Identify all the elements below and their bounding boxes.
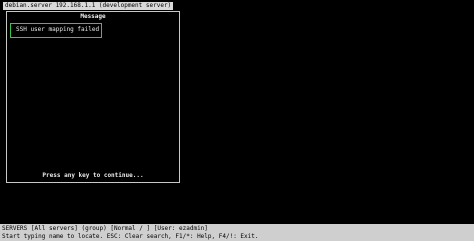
error-message: SSH user mapping failed — [10, 23, 102, 38]
dialog-title: Message — [80, 13, 106, 20]
continue-prompt[interactable]: Press any key to continue... — [7, 172, 179, 180]
message-dialog: Message SSH user mapping failed Press an… — [6, 11, 180, 183]
status-bar: SERVERS [All servers] (group) [Normal / … — [0, 224, 474, 241]
status-line-help: Start typing name to locate. ESC: Clear … — [2, 232, 259, 240]
status-line-mode: SERVERS [All servers] (group) [Normal / … — [2, 225, 208, 232]
window-title-bar: debian.server 192.168.1.1 (development s… — [3, 2, 174, 10]
